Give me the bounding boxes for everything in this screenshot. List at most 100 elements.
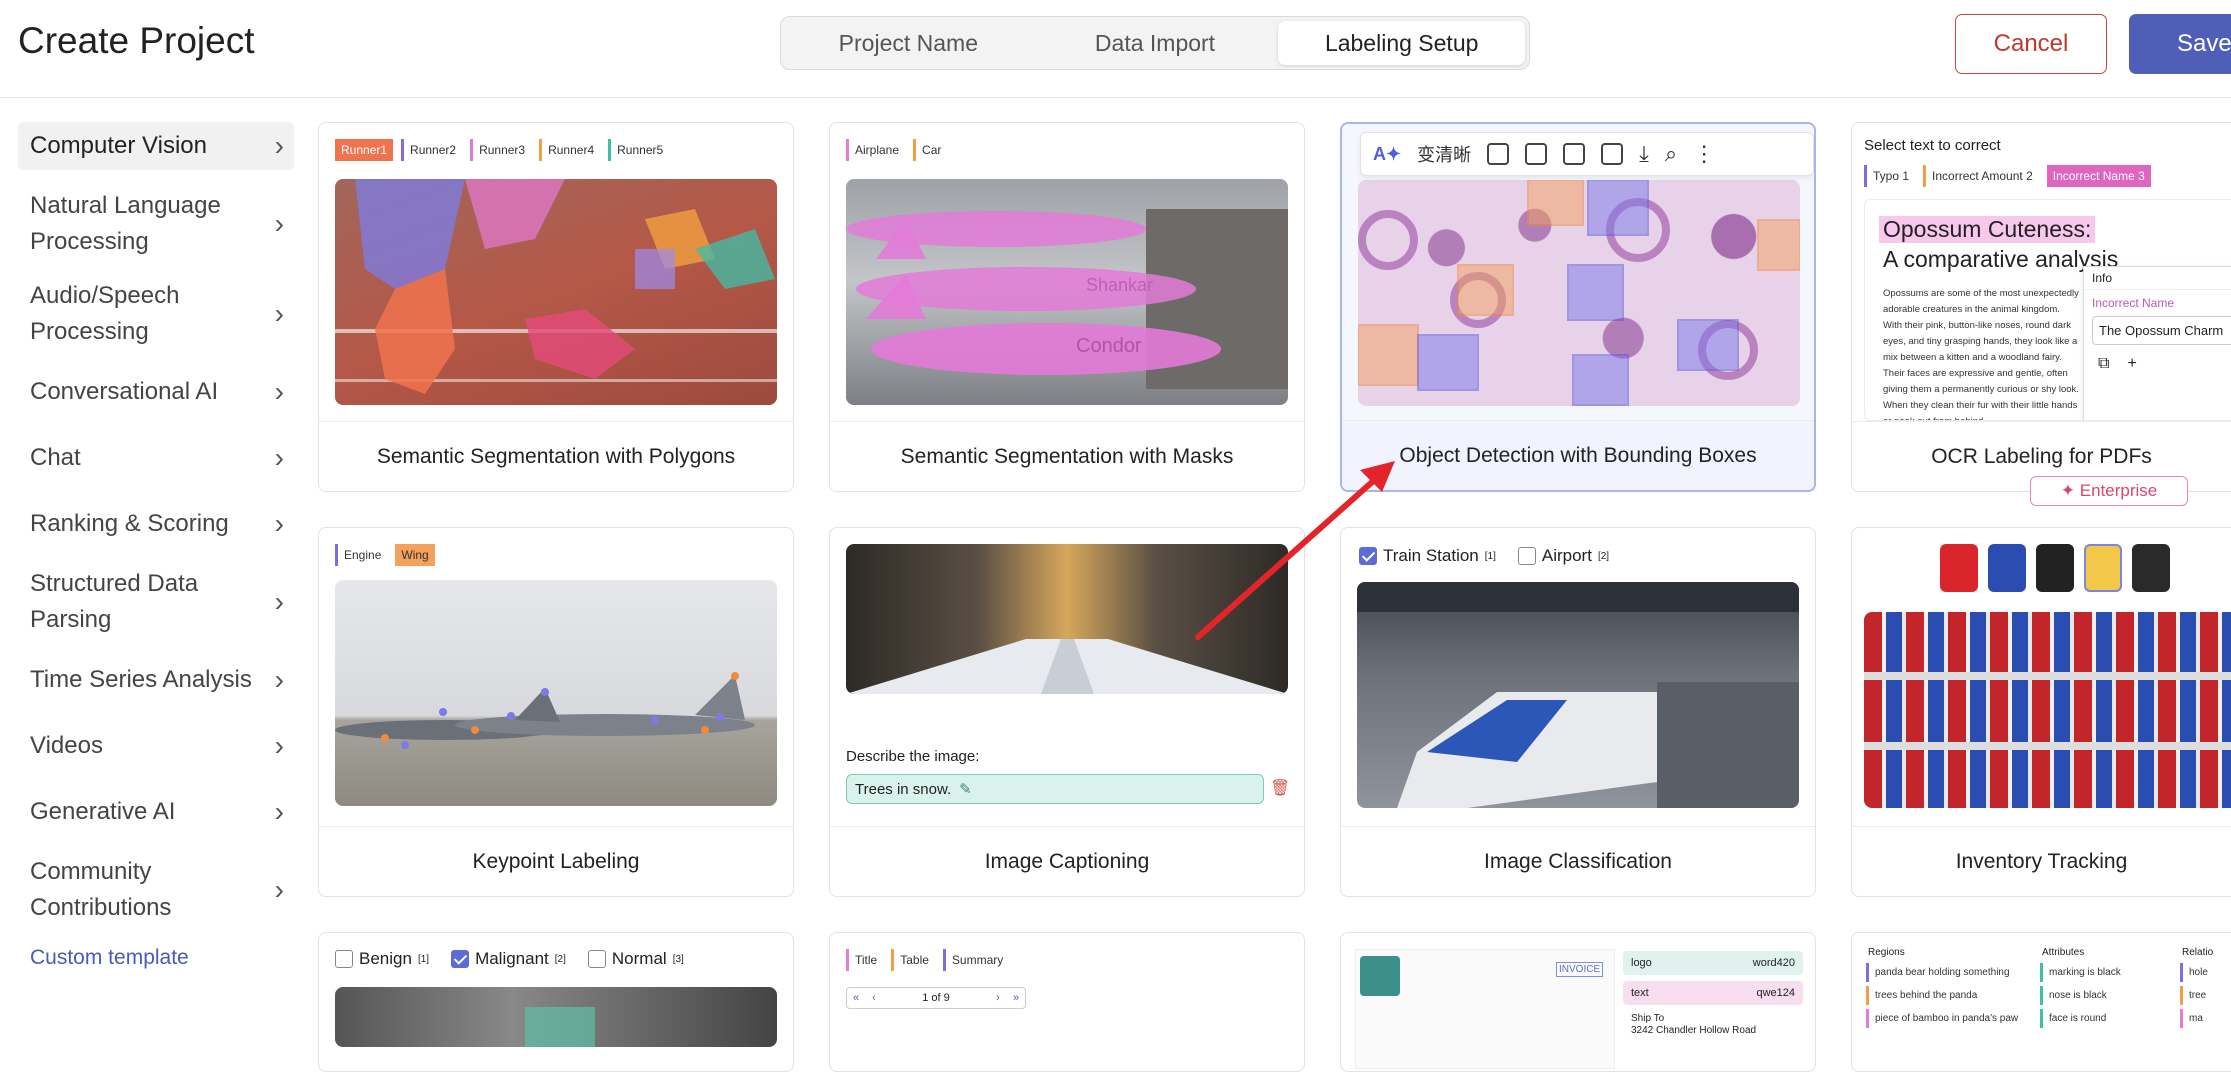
label-chip: Engine [335,544,388,566]
save-button[interactable]: Save [2129,14,2231,74]
image-compare-icon[interactable] [1601,143,1624,165]
relation-item[interactable]: tree [2180,986,2214,1005]
image-edit-icon[interactable] [1525,143,1548,165]
card-title: Object Detection with Bounding Boxes [1342,420,1814,490]
logo-box [1360,956,1400,996]
label-chips: Airplane Car [846,139,948,161]
chevron-right-icon: › [274,298,284,329]
enterprise-badge: ✦ Enterprise [2030,476,2188,506]
template-card-ocr[interactable]: Select text to correct Typo 1 Incorrect … [1851,122,2231,492]
template-card-inventory[interactable]: Inventory Tracking [1851,527,2231,897]
checkbox-checked-icon[interactable] [451,950,470,968]
enhance-label[interactable]: 变清晰 [1417,141,1471,167]
next-page-icon[interactable]: › [989,992,1007,1004]
attribute-item[interactable]: face is round [2040,1009,2127,1028]
sidebar-item-chat[interactable]: Chat › [18,434,294,482]
sidebar-item-nlp[interactable]: Natural Language Processing › [18,188,294,260]
checkbox-icon[interactable] [335,950,353,968]
checkbox-checked-icon[interactable] [1359,547,1377,565]
label-chip: Summary [942,949,1010,971]
jets-image [335,580,777,806]
option-label: Train Station [1383,546,1479,565]
first-page-icon[interactable]: « [847,992,865,1004]
template-card-keypoints[interactable]: Engine Wing Keypoint Labeling [318,527,794,897]
caption-field[interactable]: Trees in snow. ✎ [846,774,1264,804]
attributes-list: marking is black nose is black face is r… [2040,963,2127,1028]
checkbox-icon[interactable] [587,950,606,968]
tab-data-import[interactable]: Data Import [1032,21,1279,65]
sidebar-item-conversational-ai[interactable]: Conversational AI › [18,368,294,416]
product-thumbnail[interactable] [1988,544,2026,592]
sidebar-item-ranking[interactable]: Ranking & Scoring › [18,500,294,548]
card-title: Inventory Tracking [1852,826,2231,896]
attribute-item[interactable]: nose is black [2040,986,2127,1005]
template-card-bounding-boxes[interactable]: A✦ 变清晰 ⤓ ⌕ ⋮ Object Detection with Bound… [1340,122,1816,492]
chevron-right-icon: › [274,796,284,827]
field-value: word420 [1752,957,1795,969]
label-chip: Typo 1 [1864,165,1916,187]
add-icon[interactable]: + [2127,355,2136,373]
chevron-right-icon: › [274,208,284,239]
delete-icon[interactable]: 🗑 [1270,778,1290,798]
label-chips: Title Table Summary [846,949,1010,971]
product-thumbnail[interactable] [2084,544,2122,592]
sidebar-item-structured-data[interactable]: Structured Data Parsing › [18,566,294,638]
relation-item[interactable]: ma [2180,1009,2214,1028]
template-card-relations[interactable]: Regions Attributes Relatio panda bear ho… [1851,932,2231,1072]
tab-project-name[interactable]: Project Name [785,21,1032,65]
option-airport[interactable]: Airport [2] [1517,546,1609,566]
cancel-button[interactable]: Cancel [1955,14,2107,74]
option-train-station[interactable]: Train Station [1] [1359,546,1496,566]
product-thumbnail[interactable] [2132,544,2170,592]
tab-labeling-setup[interactable]: Labeling Setup [1278,21,1526,65]
field-logo[interactable]: logo word420 [1623,951,1803,975]
attribute-item[interactable]: marking is black [2040,963,2127,982]
download-icon[interactable]: ⤓ [1639,141,1649,167]
sidebar-item-computer-vision[interactable]: Computer Vision › [18,122,294,170]
ship-to-address: 3242 Chandler Hollow Road [1631,1025,1757,1036]
sidebar-item-community[interactable]: Community Contributions › [18,854,294,926]
product-thumbnail[interactable] [1940,544,1978,592]
region-item[interactable]: piece of bamboo in panda's paw [1866,1009,2025,1028]
doc-body: Opossums are some of the most unexpected… [1883,288,2079,420]
more-icon[interactable]: ⋮ [1693,141,1715,167]
forest-scene [846,639,1288,694]
field-text[interactable]: text qwe124 [1623,981,1803,1005]
caption-text: Trees in snow. [855,780,952,798]
template-card-medical[interactable]: Benign [1] Malignant [2] Normal [3] [318,932,794,1072]
option-benign[interactable]: Benign [1] [335,949,429,969]
sidebar-item-label: Ranking & Scoring [30,510,229,537]
info-actions: ⧉ + [2084,345,2231,383]
info-value-field[interactable]: The Opossum Charm [2092,316,2231,345]
template-card-masks[interactable]: Airplane Car Shankar Condor Semantic Seg… [829,122,1305,492]
pencil-icon[interactable]: ✎ [959,780,972,798]
label-chip: Airplane [846,139,906,161]
sidebar-item-generative-ai[interactable]: Generative AI › [18,788,294,836]
template-card-invoice[interactable]: INVOICE logo word420 text qwe124 Ship To 3… [1340,932,1816,1072]
relation-icon[interactable]: ⧉ [2098,355,2109,373]
sidebar-item-audio[interactable]: Audio/Speech Processing › [18,278,294,350]
runners-image [335,179,777,405]
custom-template-link[interactable]: Custom template [18,946,294,970]
region-item[interactable]: panda bear holding something [1866,963,2025,982]
sidebar-item-label: Computer Vision [30,132,207,159]
template-card-polygons[interactable]: Runner1 Runner2 Runner3 Runner4 Runner5 … [318,122,794,492]
prev-page-icon[interactable]: ‹ [865,992,883,1004]
last-page-icon[interactable]: » [1007,992,1025,1004]
region-item[interactable]: trees behind the panda [1866,986,2025,1005]
checkbox-icon[interactable] [1517,547,1536,565]
chevron-right-icon: › [274,586,284,617]
sidebar-item-time-series[interactable]: Time Series Analysis › [18,656,294,704]
ocr-icon[interactable] [1487,143,1510,165]
option-malignant[interactable]: Malignant [2] [451,949,566,969]
search-icon[interactable]: ⌕ [1665,141,1677,167]
template-card-captioning[interactable]: Describe the image: Trees in snow. ✎ 🗑 Im… [829,527,1305,897]
option-normal[interactable]: Normal [3] [587,949,684,969]
product-thumbnail[interactable] [2036,544,2074,592]
print-icon[interactable] [1563,143,1586,165]
sidebar-item-videos[interactable]: Videos › [18,722,294,770]
relation-item[interactable]: hole [2180,963,2214,982]
template-card-classification[interactable]: Train Station [1] Airport [2] Image Classi… [1340,527,1816,897]
ai-enhance-icon[interactable]: A✦ [1373,144,1401,165]
template-card-document[interactable]: Title Table Summary « ‹ 1 of 9 › » [829,932,1305,1072]
